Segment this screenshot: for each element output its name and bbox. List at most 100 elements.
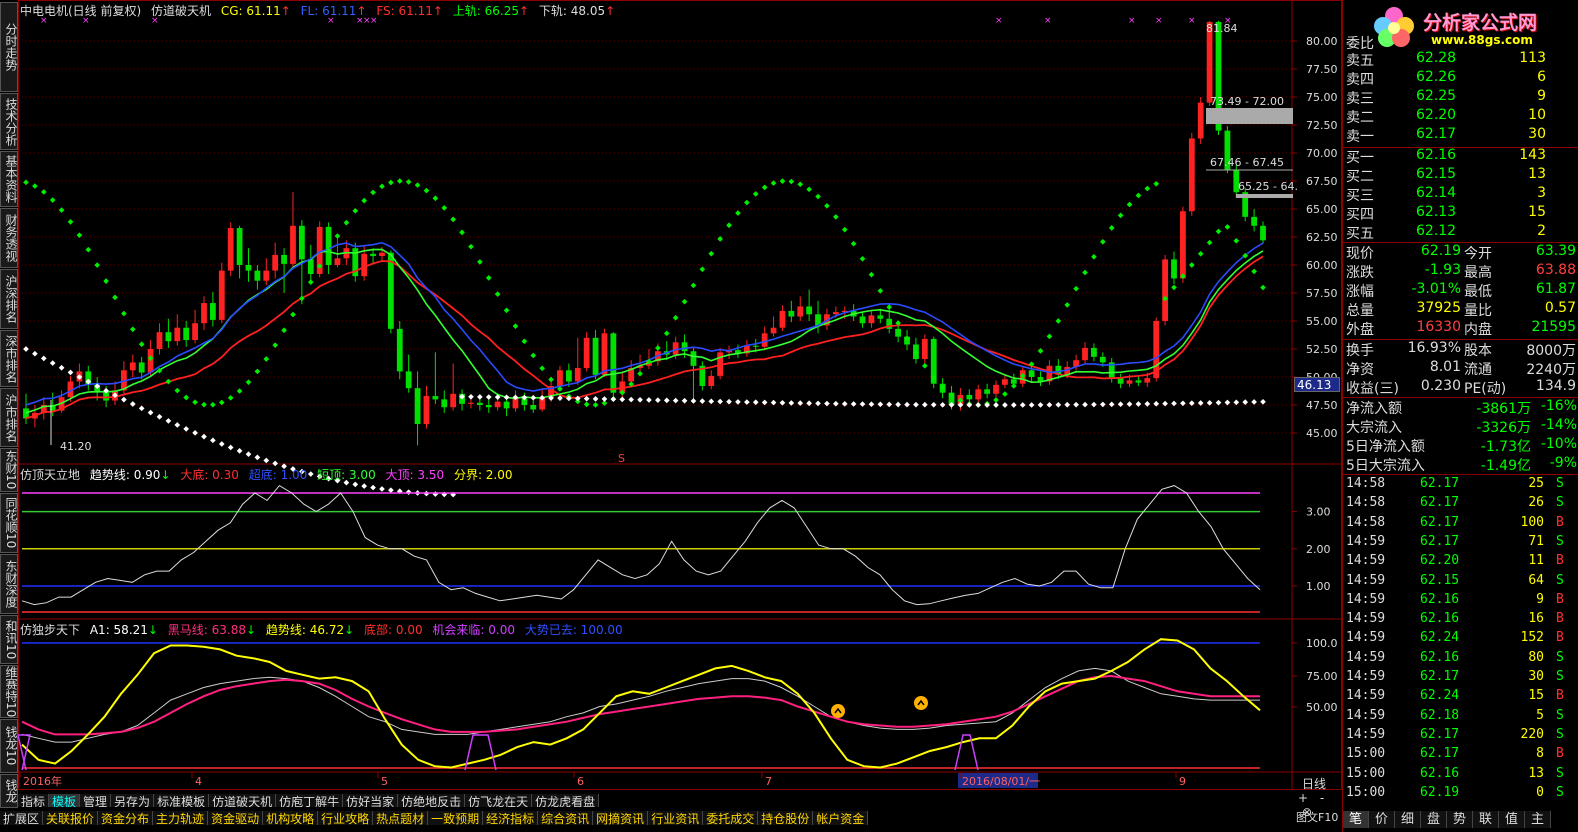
template-tab-3[interactable]: 另存为 [111, 794, 155, 807]
tick-volume: 8 [1536, 746, 1544, 762]
band-dot [450, 216, 456, 223]
template-tab-9[interactable]: 仿飞龙在天 [465, 794, 533, 807]
band-dot [1055, 401, 1062, 408]
band-dot [1046, 402, 1053, 408]
detail-tab-1[interactable]: 价 [1369, 811, 1395, 828]
detail-tab-3[interactable]: 盘 [1421, 811, 1447, 828]
extension-tab-11[interactable]: 网摘资讯 [593, 811, 649, 825]
extension-tab-13[interactable]: 委托成交 [703, 811, 759, 825]
left-tab-5[interactable]: 深市排名 [0, 330, 18, 387]
band-dot [806, 400, 812, 407]
extension-tab-15[interactable]: 帐户资金 [813, 811, 869, 825]
template-tab-7[interactable]: 仿好当家 [343, 794, 399, 807]
extension-tab-6[interactable]: 行业攻略 [318, 811, 374, 825]
template-tab-0[interactable]: 指标 [18, 794, 50, 807]
band-dot [1233, 237, 1240, 244]
band-dot [770, 399, 777, 406]
left-tab-7[interactable]: 东财10 [0, 448, 18, 492]
band-dot [752, 399, 759, 406]
chart-frame [18, 0, 1342, 790]
left-tab-8[interactable]: 同花顺10 [0, 493, 18, 553]
band-dot [388, 179, 394, 186]
template-tab-8[interactable]: 仿绝地反击 [398, 794, 466, 807]
candle-body [325, 226, 332, 265]
flow-percent: -16% [1540, 398, 1577, 414]
price-chart[interactable]: 80.00 77.50 75.00 72.50 70.00 67.50 65.00 62.50… [18, 0, 1342, 790]
bid-volume: 143 [1519, 147, 1546, 163]
candle-body [1162, 259, 1169, 321]
candle-body [1091, 347, 1097, 357]
extension-tab-10[interactable]: 综合资讯 [538, 811, 594, 825]
panel2-name[interactable]: 仿独步天下 [20, 623, 80, 637]
band-dot [708, 250, 715, 257]
detail-tab-4[interactable]: 势 [1447, 811, 1473, 828]
candle-body [361, 253, 368, 277]
period-label[interactable]: 日线 [1302, 775, 1326, 792]
zoom-controls: + - ⊗ [1294, 791, 1342, 819]
extension-tab-14[interactable]: 持仓股份 [758, 811, 814, 825]
zoom-in-button[interactable]: + [1298, 791, 1308, 805]
detail-tab-5[interactable]: 联 [1473, 811, 1499, 828]
template-tab-2[interactable]: 管理 [80, 794, 112, 807]
extension-tab-3[interactable]: 主力轨迹 [153, 811, 209, 825]
extension-tab-12[interactable]: 行业资讯 [648, 811, 704, 825]
detail-tab-0[interactable]: 笔 [1343, 811, 1369, 828]
band-dot [147, 409, 154, 416]
band-dot [405, 489, 412, 496]
band-dot [726, 222, 732, 229]
detail-tab-7[interactable]: 主 [1525, 811, 1551, 828]
band-dot [850, 401, 857, 407]
extension-tab-0[interactable]: 扩展区 [0, 811, 44, 825]
band-dot [655, 397, 661, 404]
extension-tab-9[interactable]: 经济指标 [483, 811, 539, 825]
stat-value: 8.01 [1429, 359, 1461, 375]
template-tab-6[interactable]: 仿庖丁解牛 [276, 794, 344, 807]
quote-value: 21595 [1531, 319, 1576, 335]
extension-tab-bar: 扩展区 关联报价 资金分布 主力轨迹 资金驱动 机构攻略 行业攻略 热点题材 一致预期 经济指标综… [0, 808, 1340, 825]
band-dot [40, 355, 47, 362]
left-tab-10[interactable]: 和讯10 [0, 615, 18, 664]
band-dot [58, 364, 65, 371]
ask-volume: 6 [1537, 69, 1546, 85]
extension-tab-8[interactable]: 一致预期 [428, 811, 484, 825]
left-tab-9[interactable]: 东财深度 [0, 554, 18, 614]
extension-tab-1[interactable]: 关联报价 [43, 811, 99, 825]
extension-tab-2[interactable]: 资金分布 [98, 811, 154, 825]
left-tab-13[interactable]: 钱龙 [0, 774, 18, 808]
left-tab-12[interactable]: 钱龙10 [0, 719, 18, 773]
left-tab-11[interactable]: 维赛特10 [0, 665, 18, 718]
candle-body [1010, 379, 1017, 384]
template-tab-4[interactable]: 标准模板 [154, 794, 210, 807]
band-dot [183, 426, 190, 432]
panel2-dibu: 底部: 0.00 [364, 623, 423, 637]
band-dot [699, 266, 706, 273]
left-tab-2[interactable]: 基本资料 [0, 151, 18, 207]
logo: 分析家公式网 www.88gs.com [1371, 2, 1577, 52]
band-dot [236, 388, 243, 394]
band-dot [67, 369, 74, 376]
band-dot [913, 401, 919, 408]
candle-body [290, 225, 296, 264]
template-tab-1[interactable]: 模板 [49, 794, 81, 807]
left-tab-0[interactable]: 分时走势 [0, 2, 18, 92]
left-tab-4[interactable]: 沪深排名 [0, 269, 18, 329]
extension-tab-5[interactable]: 机构攻略 [263, 811, 319, 825]
left-tab-3[interactable]: 财务透视 [0, 208, 18, 268]
detail-tab-2[interactable]: 细 [1395, 811, 1421, 828]
zoom-out-button[interactable]: - [1320, 791, 1324, 805]
template-tab-5[interactable]: 仿道破天机 [209, 794, 277, 807]
f10-button[interactable]: 图文F10 [1296, 809, 1338, 825]
panel1-name[interactable]: 仿顶天立地 [20, 468, 80, 482]
left-tab-6[interactable]: 沪市排名 [0, 388, 18, 447]
left-tab-1[interactable]: 技术分析 [0, 93, 18, 150]
band-dot [485, 275, 492, 281]
candle-body [476, 402, 483, 405]
detail-tab-6[interactable]: 值 [1499, 811, 1525, 828]
tick-price: 62.15 [1420, 572, 1460, 588]
extension-tab-4[interactable]: 资金驱动 [208, 811, 264, 825]
bid-price: 62.13 [1416, 204, 1457, 220]
band-dot [1117, 212, 1124, 219]
band-dot [1206, 239, 1213, 246]
template-tab-10[interactable]: 仿龙虎看盘 [532, 794, 600, 807]
extension-tab-7[interactable]: 热点题材 [373, 811, 429, 825]
